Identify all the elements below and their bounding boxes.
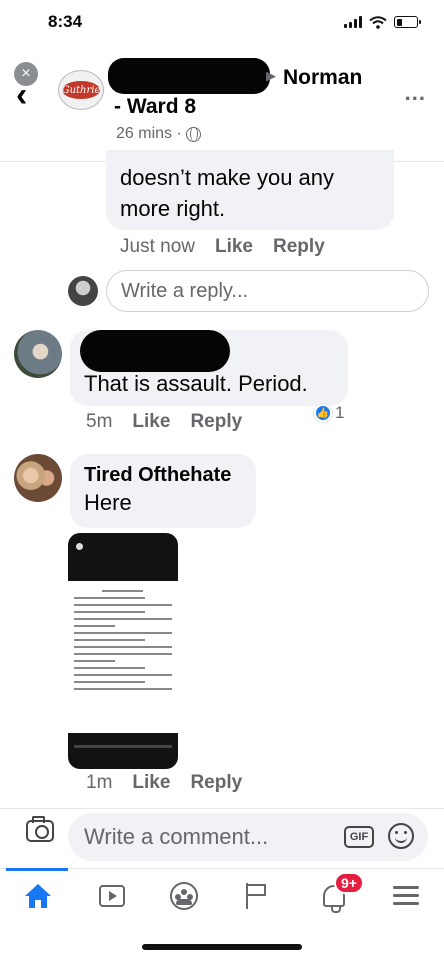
post-time: 26 mins ·: [116, 125, 201, 143]
notification-badge: 9+: [334, 872, 364, 894]
active-tab-indicator: [6, 868, 68, 871]
comment-actions: 1m Like Reply: [86, 772, 242, 794]
status-time: 8:34: [48, 12, 83, 31]
commenter-avatar[interactable]: [14, 330, 62, 378]
post-time-label: 26 mins ·: [116, 125, 182, 142]
group-subtitle[interactable]: - Ward 8: [114, 95, 196, 119]
reaction-count-label: 1: [335, 403, 345, 422]
tab-groups[interactable]: [164, 878, 204, 914]
signal-icon: [344, 16, 362, 28]
close-icon[interactable]: ×: [14, 62, 38, 86]
arrow-right-icon: ▶: [266, 68, 276, 83]
camera-icon[interactable]: [26, 816, 54, 842]
redacted-commenter-name: [80, 330, 230, 372]
attached-document-preview: [68, 581, 178, 733]
tab-watch[interactable]: [92, 878, 132, 914]
reply-text: doesn’t make you any more right.: [120, 165, 335, 221]
reply-actions: Just now Like Reply: [120, 236, 325, 258]
comment-actions: 5m Like Reply: [86, 411, 242, 433]
comment-text: That is assault. Period.: [84, 371, 308, 396]
group-logo[interactable]: Guthrie: [58, 70, 104, 110]
reply-button[interactable]: Reply: [190, 772, 242, 794]
like-button[interactable]: Like: [215, 236, 253, 258]
redacted-author-name: [108, 58, 270, 94]
home-indicator[interactable]: [142, 944, 302, 950]
attached-image[interactable]: [68, 533, 178, 769]
gif-icon[interactable]: GIF: [344, 826, 374, 848]
comment-bubble[interactable]: Tired Ofthehate Here: [70, 454, 256, 528]
reaction-count[interactable]: 👍 1: [314, 403, 344, 423]
menu-icon: [393, 886, 419, 906]
battery-icon: [394, 16, 421, 28]
comment-input[interactable]: Write a comment...: [68, 813, 428, 861]
comment-input-placeholder: Write a comment...: [84, 824, 269, 849]
groups-icon: [170, 882, 198, 910]
like-button[interactable]: Like: [132, 411, 170, 433]
like-reaction-icon: 👍: [314, 404, 332, 422]
status-icons: [344, 15, 421, 29]
attached-image-toolbar: [74, 745, 172, 748]
home-icon: [25, 884, 51, 908]
commenter-name[interactable]: Tired Ofthehate: [84, 464, 242, 487]
tab-menu[interactable]: [386, 878, 426, 914]
reply-button[interactable]: Reply: [273, 236, 325, 258]
comment-text: Here: [84, 490, 132, 515]
comment-time: 1m: [86, 772, 113, 793]
tab-pages[interactable]: [236, 878, 276, 914]
tab-home[interactable]: [18, 878, 58, 914]
reply-button[interactable]: Reply: [190, 411, 242, 433]
reply-bubble[interactable]: doesn’t make you any more right.: [106, 150, 394, 230]
current-user-avatar: [68, 276, 98, 306]
group-logo-text: Guthrie: [62, 81, 100, 99]
flag-icon: [244, 883, 268, 909]
attached-image-dot: [76, 543, 83, 550]
commenter-avatar[interactable]: [14, 454, 62, 502]
emoji-icon[interactable]: [388, 823, 414, 849]
globe-icon: [185, 126, 201, 142]
reply-time: Just now: [120, 236, 195, 257]
wifi-icon: [369, 15, 387, 29]
more-options-button[interactable]: ...: [405, 80, 426, 106]
comment-time: 5m: [86, 411, 113, 432]
reply-input-placeholder: Write a reply...: [121, 279, 249, 302]
reply-input[interactable]: Write a reply...: [106, 270, 429, 312]
group-name[interactable]: Norman: [283, 66, 362, 90]
status-bar: 8:34: [0, 0, 444, 44]
video-icon: [99, 885, 125, 907]
like-button[interactable]: Like: [132, 772, 170, 794]
